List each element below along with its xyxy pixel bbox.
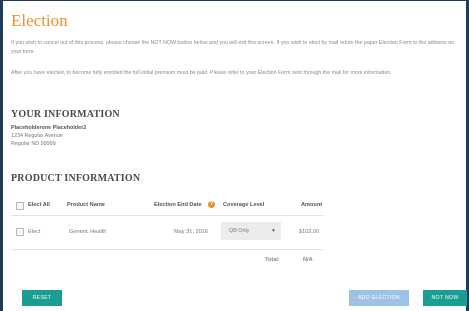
dropdown-arrow-icon: ▼ [271,228,276,234]
coverage-level-value: QB Only [229,228,250,234]
not-now-button[interactable]: NOT NOW [423,290,467,306]
coverage-level-select[interactable]: QB Only ▼ [221,222,281,240]
product-table-header: Elect All Product Name Election End Date… [11,200,323,214]
address-line-2: Regular ND 99999 [11,141,56,147]
help-icon[interactable]: ? [208,201,215,208]
amount-cell: $102.00 [299,229,320,235]
header-divider [11,215,323,216]
reset-button[interactable]: RESET [22,290,62,306]
address-block: Placeholderone Placeholder2 1234 Regular… [11,124,86,148]
product-name-header: Product Name [67,202,105,208]
add-election-button[interactable]: ADD ELECTION [349,290,409,306]
election-panel: Election If you wish to cancel out of th… [3,1,467,311]
elect-label: Elect [28,229,41,235]
member-name: Placeholderone Placeholder2 [11,125,87,131]
total-value: N/A [303,257,313,263]
intro-paragraph: If you wish to cancel out of this proces… [11,40,454,55]
coverage-level-header: Coverage Level [223,202,265,208]
your-information-heading: YOUR INFORMATION [11,109,120,120]
product-information-heading: PRODUCT INFORMATION [11,173,141,184]
table-row: Elect Generic Health May 31, 2016 QB Onl… [11,222,323,242]
row-divider [11,249,323,250]
election-end-date-header: Election End Date [154,202,202,208]
page-title: Election [11,11,68,30]
election-end-date-cell: May 31, 2016 [174,229,208,235]
info-paragraph: After you have elected, to become fully … [11,70,392,76]
product-name-cell: Generic Health [69,229,107,235]
elect-all-checkbox[interactable] [16,202,24,210]
total-label: Total: [265,257,280,263]
elect-all-header: Elect All [28,202,50,208]
address-line-1: 1234 Regular Avenue [11,133,63,139]
amount-header: Amount [301,202,323,208]
elect-checkbox[interactable] [16,228,24,236]
